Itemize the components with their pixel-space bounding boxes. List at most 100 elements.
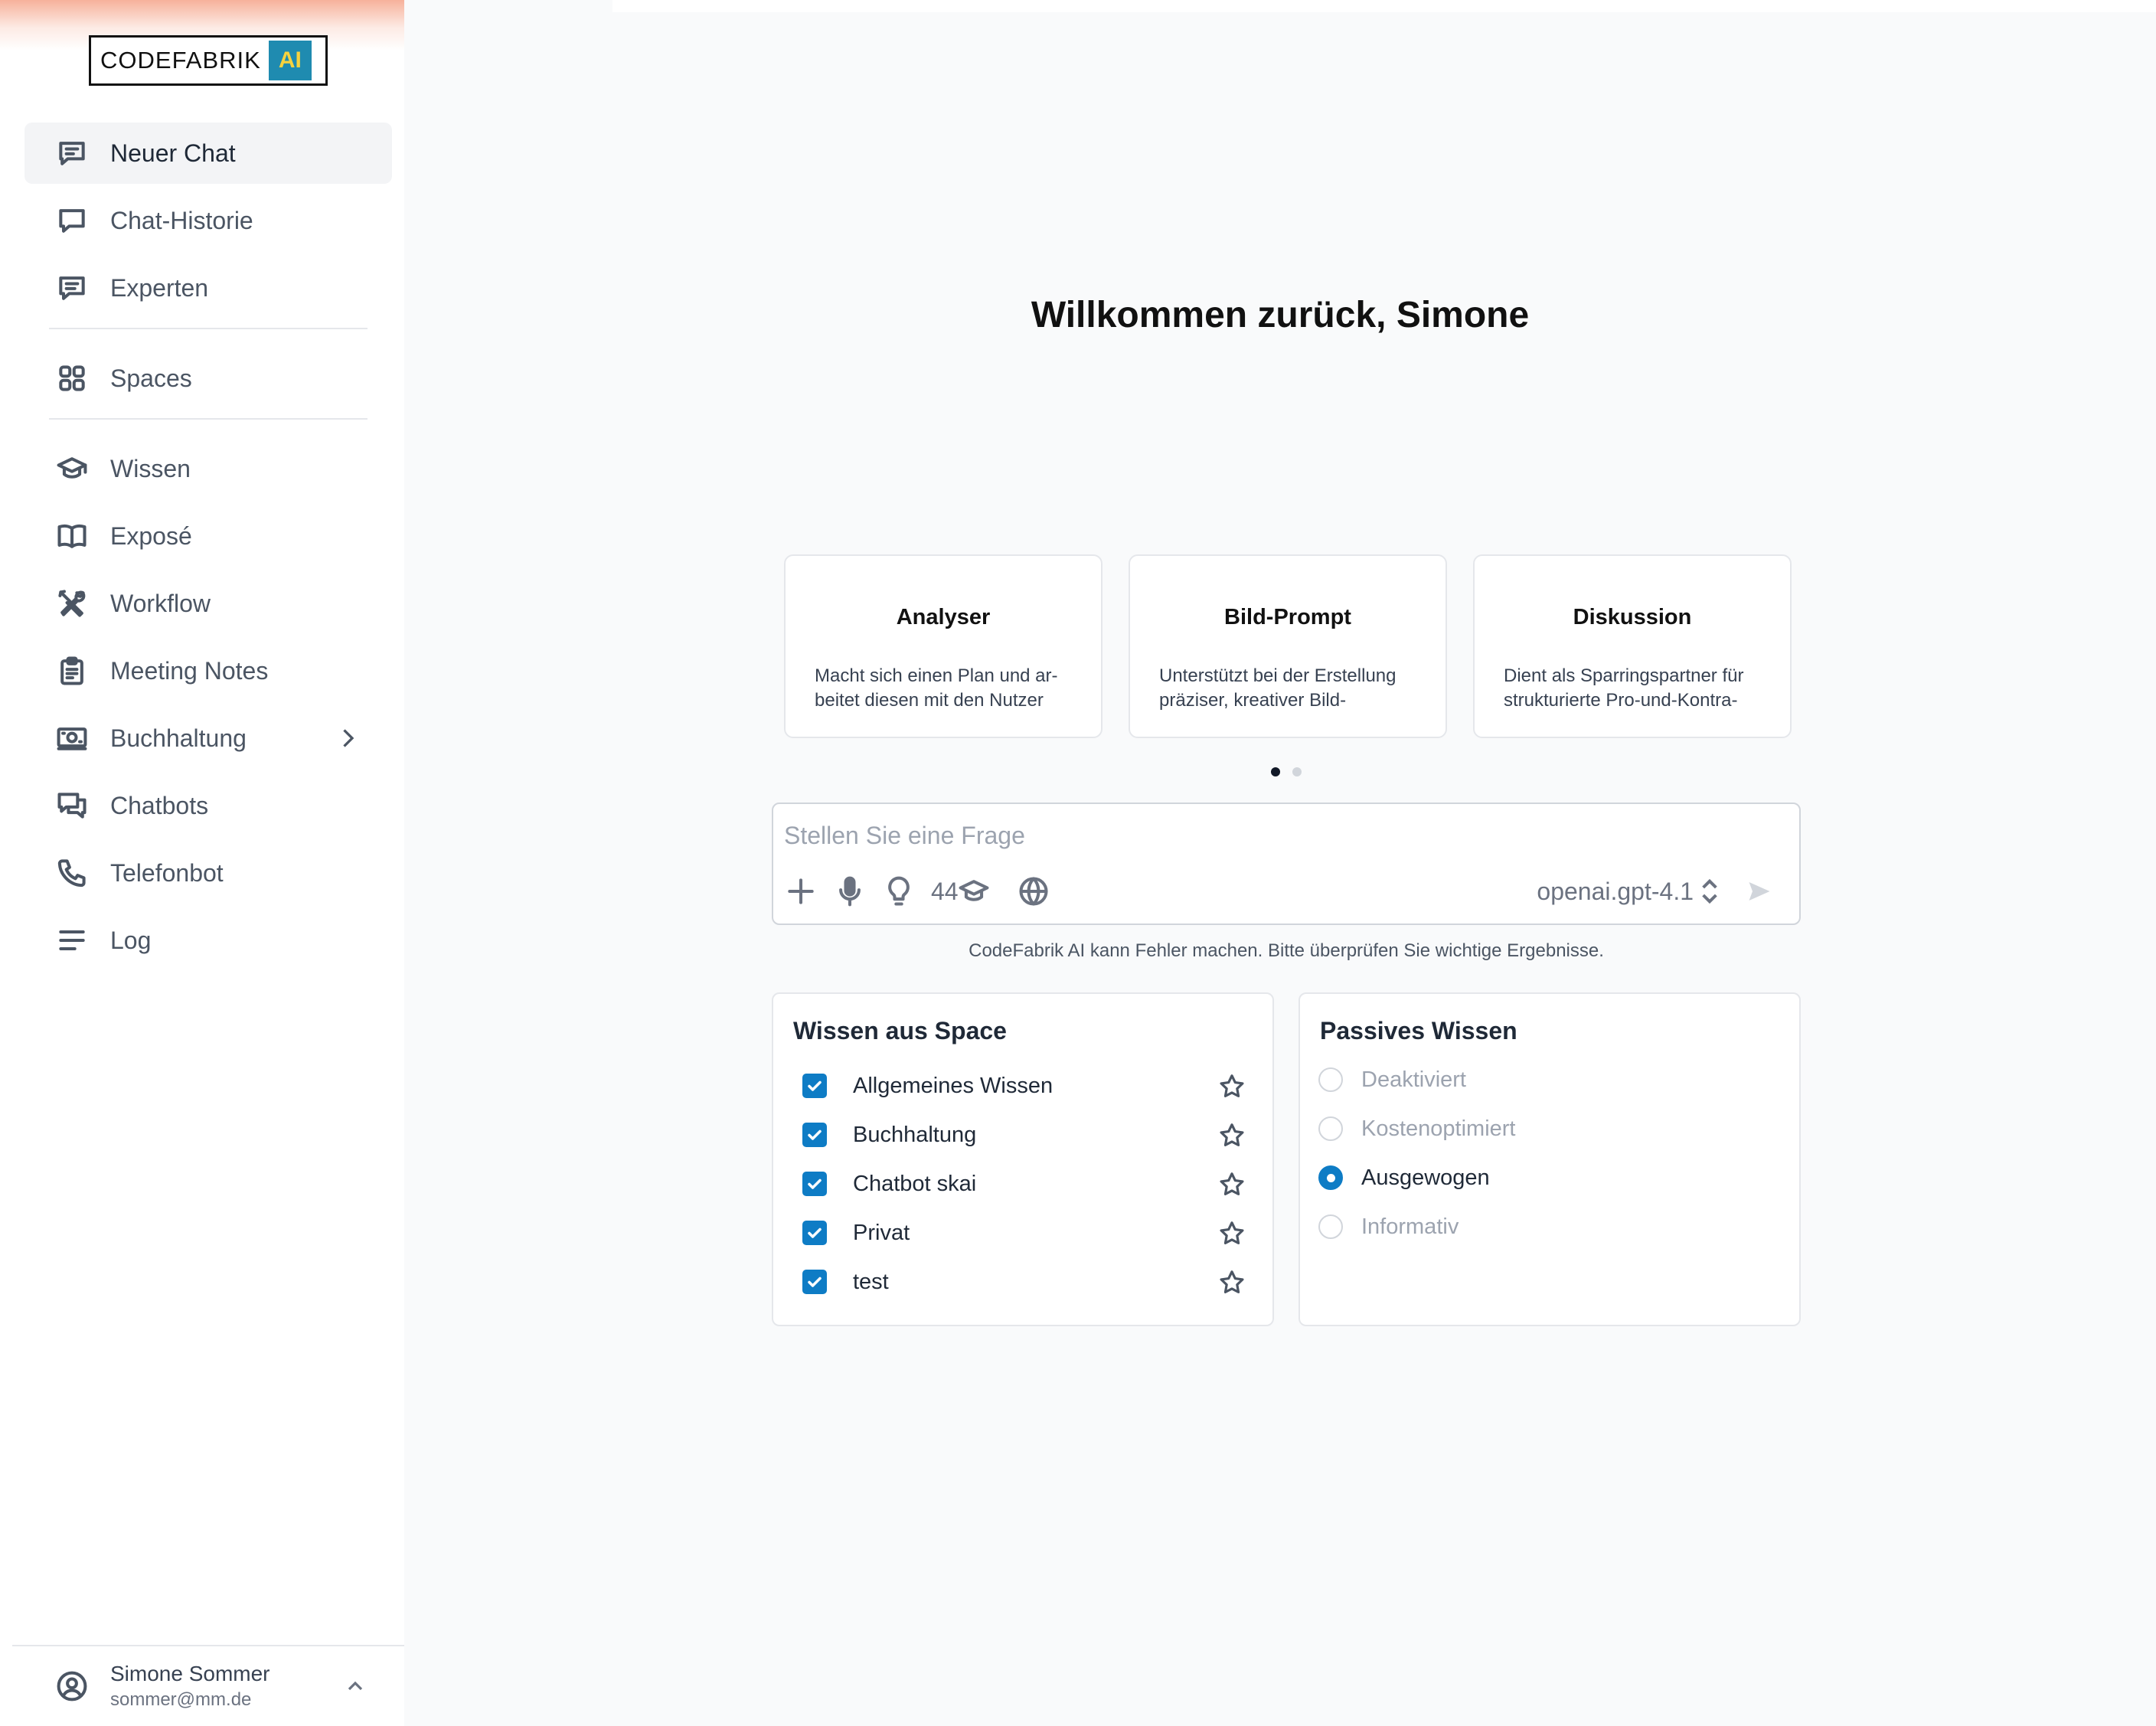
expert-card-bild-prompt[interactable]: Bild-Prompt Unterstützt bei der Erstellu…: [1129, 554, 1447, 738]
knowledge-label: Buchhaltung: [853, 1122, 977, 1147]
knowledge-count: 44: [931, 877, 959, 905]
sidebar-item-wissen[interactable]: Wissen: [24, 438, 392, 499]
money-icon: [55, 721, 89, 755]
user-email: sommer@mm.de: [110, 1689, 252, 1710]
sidebar-item-meeting-notes[interactable]: Meeting Notes: [24, 640, 392, 701]
chat-composer: 44 openai.gpt-4.1: [772, 803, 1801, 925]
globe-icon[interactable]: [1017, 874, 1050, 908]
tools-icon: [55, 587, 89, 620]
knowledge-item: Chatbot skai: [802, 1169, 1246, 1199]
star-icon[interactable]: [1217, 1219, 1246, 1248]
sidebar-item-label: Exposé: [110, 521, 192, 550]
send-icon[interactable]: [1746, 878, 1773, 905]
knowledge-label: Allgemeines Wissen: [853, 1073, 1054, 1098]
main-content: Willkommen zurück, Simone Analyser Macht…: [404, 12, 2156, 1726]
sidebar-item-label: Chatbots: [110, 791, 209, 819]
star-icon[interactable]: [1217, 1121, 1246, 1150]
model-select[interactable]: openai.gpt-4.1: [1537, 874, 1721, 908]
star-icon[interactable]: [1217, 1170, 1246, 1199]
card-title: Analyser: [896, 605, 991, 629]
knowledge-checkbox[interactable]: [802, 1074, 827, 1098]
user-info: Simone Sommer sommer@mm.de: [110, 1662, 270, 1711]
radio-button-selected[interactable]: [1318, 1165, 1343, 1190]
check-icon: [808, 1277, 822, 1287]
lines-icon: [55, 923, 89, 957]
sidebar-item-experten[interactable]: Experten: [24, 257, 392, 319]
logo-badge: AI: [268, 41, 312, 80]
carousel-dot-1[interactable]: [1271, 767, 1280, 776]
sidebar-item-chat-historie[interactable]: Chat-Historie: [24, 190, 392, 251]
divider: [49, 418, 368, 420]
panel-title: Wissen aus Space: [793, 1017, 1007, 1044]
graduation-cap-icon: [959, 880, 989, 901]
sidebar-item-workflow[interactable]: Workflow: [24, 573, 392, 634]
card-description: Dient als Sparringspartner für strukturi…: [1504, 665, 1744, 711]
star-icon[interactable]: [1217, 1268, 1246, 1297]
sidebar-item-spaces[interactable]: Spaces: [24, 348, 392, 409]
option-label: Informativ: [1361, 1214, 1459, 1239]
microphone-icon[interactable]: [833, 874, 867, 908]
card-description: Unterstützt bei der Erstellung präziser,…: [1159, 665, 1396, 711]
passive-option-informativ[interactable]: Informativ: [1318, 1211, 1459, 1242]
card-title: Diskussion: [1573, 605, 1692, 629]
graduation-cap-icon: [55, 452, 89, 485]
chevron-right-icon[interactable]: [334, 724, 361, 752]
knowledge-checkbox[interactable]: [802, 1221, 827, 1245]
knowledge-label: Chatbot skai: [853, 1171, 977, 1196]
expert-card-diskussion[interactable]: Diskussion Dient als Sparringspartner fü…: [1473, 554, 1792, 738]
knowledge-checkbox[interactable]: [802, 1172, 827, 1196]
option-label: Deaktiviert: [1361, 1067, 1466, 1092]
chat-input[interactable]: [784, 816, 1779, 855]
expert-card-analyser[interactable]: Analyser Macht sich einen Plan und ar-be…: [784, 554, 1102, 738]
sidebar-item-label: Telefonbot: [110, 858, 224, 887]
passive-option-deaktiviert[interactable]: Deaktiviert: [1318, 1064, 1466, 1095]
card-title: Bild-Prompt: [1224, 605, 1351, 629]
plus-icon[interactable]: [784, 874, 818, 908]
grid-icon: [55, 361, 89, 395]
chat-bubble-icon: [55, 204, 89, 237]
app-logo[interactable]: CODEFABRIK AI: [89, 35, 328, 86]
chats-icon: [55, 789, 89, 822]
disclaimer-text: CodeFabrik AI kann Fehler machen. Bitte …: [969, 940, 1604, 961]
star-icon[interactable]: [1217, 1072, 1246, 1101]
passive-knowledge-panel: Passives Wissen Deaktiviert Kostenoptimi…: [1298, 992, 1801, 1326]
user-avatar-icon: [55, 1669, 89, 1703]
knowledge-count-button[interactable]: 44: [931, 874, 991, 908]
check-icon: [808, 1080, 822, 1091]
sidebar-item-label: Wissen: [110, 454, 191, 482]
knowledge-checkbox[interactable]: [802, 1270, 827, 1294]
sidebar-nav: Neuer Chat Chat-Historie Experten Spaces: [24, 123, 392, 977]
divider: [49, 328, 368, 329]
sidebar-item-buchhaltung[interactable]: Buchhaltung: [24, 708, 392, 769]
lightbulb-icon[interactable]: [882, 874, 916, 908]
passive-option-ausgewogen[interactable]: Ausgewogen: [1318, 1162, 1490, 1193]
card-description: Macht sich einen Plan und ar-beitet dies…: [815, 665, 1058, 711]
welcome-heading: Willkommen zurück, Simone: [1031, 295, 1530, 335]
check-icon: [808, 1129, 822, 1140]
knowledge-checkbox[interactable]: [802, 1123, 827, 1147]
chevron-up-icon[interactable]: [343, 1674, 368, 1698]
radio-button[interactable]: [1318, 1214, 1343, 1239]
sidebar-item-expose[interactable]: Exposé: [24, 505, 392, 567]
clipboard-icon: [55, 654, 89, 688]
option-label: Kostenoptimiert: [1361, 1116, 1516, 1141]
knowledge-item: Allgemeines Wissen: [802, 1071, 1246, 1101]
sidebar-item-chatbots[interactable]: Chatbots: [24, 775, 392, 836]
passive-option-kostenoptimiert[interactable]: Kostenoptimiert: [1318, 1113, 1516, 1144]
sidebar-item-telefonbot[interactable]: Telefonbot: [24, 842, 392, 904]
radio-button[interactable]: [1318, 1067, 1343, 1092]
top-bar: [612, 0, 2156, 12]
radio-button[interactable]: [1318, 1116, 1343, 1141]
sidebar-item-log[interactable]: Log: [24, 910, 392, 971]
check-icon: [808, 1178, 822, 1189]
sidebar: CODEFABRIK AI Neuer Chat Chat-Historie E…: [0, 0, 404, 1726]
option-label: Ausgewogen: [1361, 1165, 1490, 1190]
model-name: openai.gpt-4.1: [1537, 877, 1694, 905]
user-name: Simone Sommer: [110, 1662, 270, 1685]
carousel-dot-2[interactable]: [1292, 767, 1302, 776]
knowledge-label: test: [853, 1269, 889, 1294]
sidebar-item-neuer-chat[interactable]: Neuer Chat: [24, 123, 392, 184]
user-menu[interactable]: Simone Sommer sommer@mm.de: [12, 1645, 404, 1726]
carousel-dots: [1271, 767, 1302, 776]
knowledge-label: Privat: [853, 1220, 910, 1245]
